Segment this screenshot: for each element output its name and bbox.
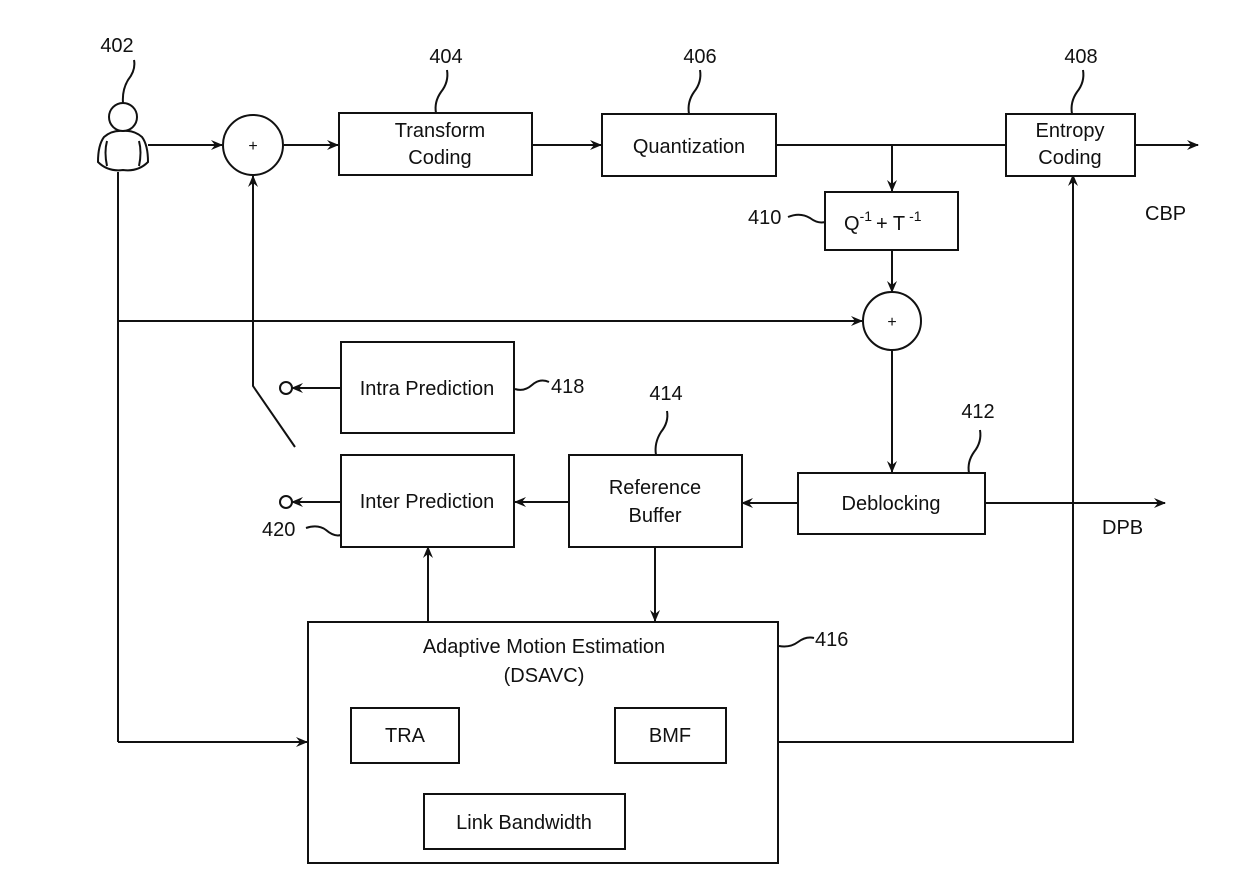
tra-label: TRA: [385, 725, 426, 747]
leader-410: [787, 213, 826, 224]
ref-402: 402: [100, 35, 133, 57]
dpb-output-label: DPB: [1102, 517, 1143, 539]
leader-412: [967, 429, 982, 474]
transform-coding-label-1: Transform: [395, 120, 485, 142]
leader-402: [121, 59, 136, 104]
entropy-coding-label-2: Coding: [1038, 147, 1101, 169]
entropy-coding-block: Entropy Coding 408: [1005, 46, 1136, 177]
ref-410: 410: [748, 207, 781, 229]
bmf-label: BMF: [649, 725, 691, 747]
quantization-label: Quantization: [633, 136, 745, 158]
quantization-block: Quantization 406: [601, 46, 777, 177]
switch-to-sum1: [248, 175, 296, 448]
adaptive-motion-estimation-block: Adaptive Motion Estimation (DSAVC) 416 T…: [307, 621, 848, 864]
ref-420: 420: [262, 519, 295, 541]
inverse-quant-transform-block: Q-1 + T -1 410: [748, 191, 959, 251]
ref-408: 408: [1064, 46, 1097, 68]
tra-block: TRA: [350, 707, 460, 764]
sum-node-1: +: [222, 114, 284, 176]
leader-406: [687, 69, 702, 115]
intra-prediction-block: Intra Prediction 418: [340, 341, 584, 434]
ame-label-2: (DSAVC): [504, 665, 585, 687]
transform-coding-label-2: Coding: [408, 147, 471, 169]
user-node: 402: [96, 35, 150, 172]
ref-406: 406: [683, 46, 716, 68]
bmf-block: BMF: [614, 707, 727, 764]
leader-414: [654, 410, 669, 456]
cbp-output-label: CBP: [1145, 203, 1186, 225]
ref-414: 414: [649, 383, 682, 405]
person-icon: [96, 102, 150, 172]
leader-408: [1070, 69, 1085, 115]
encoder-block-diagram: 402 + + + Transform Coding 404 Quantizat…: [96, 35, 1199, 864]
leader-420: [305, 525, 342, 537]
sum-symbol: +: [248, 138, 257, 155]
inter-prediction-label: Inter Prediction: [360, 491, 495, 513]
transform-coding-block: Transform Coding 404: [338, 46, 533, 176]
ref-404: 404: [429, 46, 462, 68]
inter-terminal-icon: [279, 495, 293, 509]
link-bandwidth-label: Link Bandwidth: [456, 812, 592, 834]
deblocking-block: Deblocking 412: [797, 401, 995, 535]
reference-buffer-label-2: Buffer: [629, 505, 682, 527]
reference-buffer-block: Reference Buffer 414: [568, 383, 743, 548]
leader-416: [778, 636, 815, 648]
ame-label-1: Adaptive Motion Estimation: [423, 636, 665, 658]
ref-412: 412: [961, 401, 994, 423]
ref-416: 416: [815, 629, 848, 651]
sum-node-2: +: [862, 291, 922, 351]
sum-symbol: +: [887, 314, 896, 331]
intra-prediction-label: Intra Prediction: [360, 378, 495, 400]
leader-418: [514, 379, 550, 391]
ref-418: 418: [551, 376, 584, 398]
leader-404: [434, 69, 449, 114]
deblocking-label: Deblocking: [842, 493, 941, 515]
reference-buffer-label-1: Reference: [609, 477, 701, 499]
intra-terminal-icon: [279, 381, 293, 395]
link-bandwidth-block: Link Bandwidth: [423, 793, 626, 850]
edge-ame-entropy: [778, 174, 1078, 743]
entropy-coding-label-1: Entropy: [1036, 120, 1105, 142]
